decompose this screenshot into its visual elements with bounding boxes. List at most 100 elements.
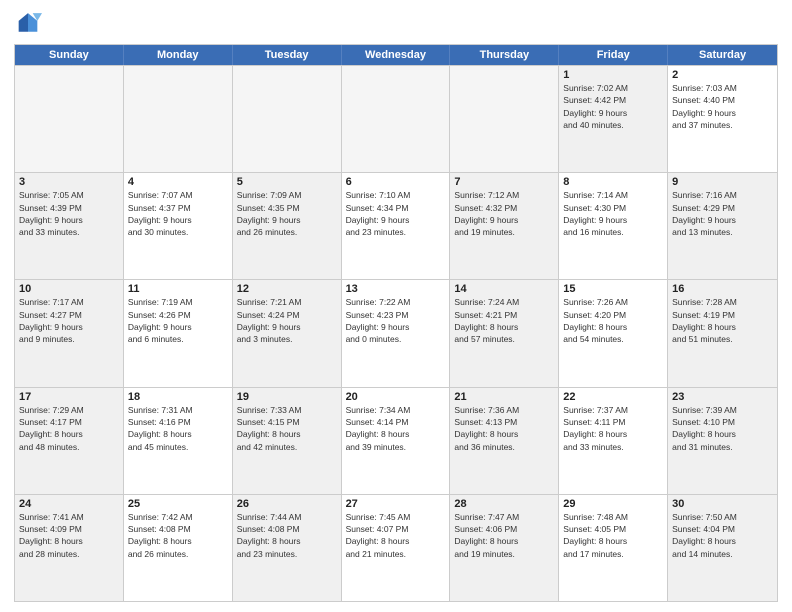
- day-number: 1: [563, 69, 663, 81]
- day-info: Sunrise: 7:16 AM Sunset: 4:29 PM Dayligh…: [672, 189, 773, 238]
- weekday-header-tuesday: Tuesday: [233, 45, 342, 65]
- day-info: Sunrise: 7:31 AM Sunset: 4:16 PM Dayligh…: [128, 404, 228, 453]
- day-number: 3: [19, 176, 119, 188]
- calendar-cell: [124, 66, 233, 172]
- day-info: Sunrise: 7:45 AM Sunset: 4:07 PM Dayligh…: [346, 511, 446, 560]
- calendar-cell: 15Sunrise: 7:26 AM Sunset: 4:20 PM Dayli…: [559, 280, 668, 386]
- day-info: Sunrise: 7:12 AM Sunset: 4:32 PM Dayligh…: [454, 189, 554, 238]
- day-info: Sunrise: 7:03 AM Sunset: 4:40 PM Dayligh…: [672, 82, 773, 131]
- day-info: Sunrise: 7:09 AM Sunset: 4:35 PM Dayligh…: [237, 189, 337, 238]
- calendar-cell: 29Sunrise: 7:48 AM Sunset: 4:05 PM Dayli…: [559, 495, 668, 601]
- day-number: 16: [672, 283, 773, 295]
- day-info: Sunrise: 7:28 AM Sunset: 4:19 PM Dayligh…: [672, 296, 773, 345]
- calendar-cell: 4Sunrise: 7:07 AM Sunset: 4:37 PM Daylig…: [124, 173, 233, 279]
- calendar-cell: 26Sunrise: 7:44 AM Sunset: 4:08 PM Dayli…: [233, 495, 342, 601]
- calendar-cell: 2Sunrise: 7:03 AM Sunset: 4:40 PM Daylig…: [668, 66, 777, 172]
- day-number: 22: [563, 391, 663, 403]
- day-number: 5: [237, 176, 337, 188]
- calendar-cell: 16Sunrise: 7:28 AM Sunset: 4:19 PM Dayli…: [668, 280, 777, 386]
- day-number: 14: [454, 283, 554, 295]
- day-info: Sunrise: 7:07 AM Sunset: 4:37 PM Dayligh…: [128, 189, 228, 238]
- day-number: 30: [672, 498, 773, 510]
- calendar-body: 1Sunrise: 7:02 AM Sunset: 4:42 PM Daylig…: [15, 65, 777, 601]
- calendar-cell: 19Sunrise: 7:33 AM Sunset: 4:15 PM Dayli…: [233, 388, 342, 494]
- calendar-cell: 20Sunrise: 7:34 AM Sunset: 4:14 PM Dayli…: [342, 388, 451, 494]
- calendar-cell: [342, 66, 451, 172]
- calendar-cell: 30Sunrise: 7:50 AM Sunset: 4:04 PM Dayli…: [668, 495, 777, 601]
- calendar-cell: 24Sunrise: 7:41 AM Sunset: 4:09 PM Dayli…: [15, 495, 124, 601]
- calendar-cell: 12Sunrise: 7:21 AM Sunset: 4:24 PM Dayli…: [233, 280, 342, 386]
- day-info: Sunrise: 7:42 AM Sunset: 4:08 PM Dayligh…: [128, 511, 228, 560]
- logo: [14, 10, 46, 38]
- day-info: Sunrise: 7:21 AM Sunset: 4:24 PM Dayligh…: [237, 296, 337, 345]
- day-number: 6: [346, 176, 446, 188]
- calendar-cell: 8Sunrise: 7:14 AM Sunset: 4:30 PM Daylig…: [559, 173, 668, 279]
- day-number: 10: [19, 283, 119, 295]
- day-number: 18: [128, 391, 228, 403]
- calendar-row-1: 1Sunrise: 7:02 AM Sunset: 4:42 PM Daylig…: [15, 65, 777, 172]
- weekday-header-saturday: Saturday: [668, 45, 777, 65]
- day-info: Sunrise: 7:33 AM Sunset: 4:15 PM Dayligh…: [237, 404, 337, 453]
- day-number: 21: [454, 391, 554, 403]
- day-number: 27: [346, 498, 446, 510]
- calendar-cell: [233, 66, 342, 172]
- header: [14, 10, 778, 38]
- calendar-cell: 18Sunrise: 7:31 AM Sunset: 4:16 PM Dayli…: [124, 388, 233, 494]
- calendar-cell: 17Sunrise: 7:29 AM Sunset: 4:17 PM Dayli…: [15, 388, 124, 494]
- day-info: Sunrise: 7:34 AM Sunset: 4:14 PM Dayligh…: [346, 404, 446, 453]
- day-info: Sunrise: 7:10 AM Sunset: 4:34 PM Dayligh…: [346, 189, 446, 238]
- calendar-row-5: 24Sunrise: 7:41 AM Sunset: 4:09 PM Dayli…: [15, 494, 777, 601]
- calendar-cell: 23Sunrise: 7:39 AM Sunset: 4:10 PM Dayli…: [668, 388, 777, 494]
- calendar-cell: 21Sunrise: 7:36 AM Sunset: 4:13 PM Dayli…: [450, 388, 559, 494]
- weekday-header-sunday: Sunday: [15, 45, 124, 65]
- calendar-cell: 11Sunrise: 7:19 AM Sunset: 4:26 PM Dayli…: [124, 280, 233, 386]
- calendar-cell: 5Sunrise: 7:09 AM Sunset: 4:35 PM Daylig…: [233, 173, 342, 279]
- calendar-row-3: 10Sunrise: 7:17 AM Sunset: 4:27 PM Dayli…: [15, 279, 777, 386]
- weekday-header-monday: Monday: [124, 45, 233, 65]
- day-info: Sunrise: 7:22 AM Sunset: 4:23 PM Dayligh…: [346, 296, 446, 345]
- day-info: Sunrise: 7:50 AM Sunset: 4:04 PM Dayligh…: [672, 511, 773, 560]
- day-number: 19: [237, 391, 337, 403]
- day-number: 15: [563, 283, 663, 295]
- day-info: Sunrise: 7:24 AM Sunset: 4:21 PM Dayligh…: [454, 296, 554, 345]
- day-number: 20: [346, 391, 446, 403]
- day-info: Sunrise: 7:19 AM Sunset: 4:26 PM Dayligh…: [128, 296, 228, 345]
- day-number: 11: [128, 283, 228, 295]
- day-info: Sunrise: 7:48 AM Sunset: 4:05 PM Dayligh…: [563, 511, 663, 560]
- day-number: 8: [563, 176, 663, 188]
- calendar-cell: 25Sunrise: 7:42 AM Sunset: 4:08 PM Dayli…: [124, 495, 233, 601]
- calendar: SundayMondayTuesdayWednesdayThursdayFrid…: [14, 44, 778, 602]
- calendar-cell: 14Sunrise: 7:24 AM Sunset: 4:21 PM Dayli…: [450, 280, 559, 386]
- page: SundayMondayTuesdayWednesdayThursdayFrid…: [0, 0, 792, 612]
- day-info: Sunrise: 7:47 AM Sunset: 4:06 PM Dayligh…: [454, 511, 554, 560]
- day-number: 17: [19, 391, 119, 403]
- day-info: Sunrise: 7:41 AM Sunset: 4:09 PM Dayligh…: [19, 511, 119, 560]
- day-number: 23: [672, 391, 773, 403]
- calendar-cell: 13Sunrise: 7:22 AM Sunset: 4:23 PM Dayli…: [342, 280, 451, 386]
- day-number: 24: [19, 498, 119, 510]
- calendar-cell: 28Sunrise: 7:47 AM Sunset: 4:06 PM Dayli…: [450, 495, 559, 601]
- day-number: 2: [672, 69, 773, 81]
- day-number: 28: [454, 498, 554, 510]
- calendar-cell: 1Sunrise: 7:02 AM Sunset: 4:42 PM Daylig…: [559, 66, 668, 172]
- day-number: 12: [237, 283, 337, 295]
- calendar-cell: 6Sunrise: 7:10 AM Sunset: 4:34 PM Daylig…: [342, 173, 451, 279]
- calendar-cell: 10Sunrise: 7:17 AM Sunset: 4:27 PM Dayli…: [15, 280, 124, 386]
- calendar-cell: 9Sunrise: 7:16 AM Sunset: 4:29 PM Daylig…: [668, 173, 777, 279]
- weekday-header-thursday: Thursday: [450, 45, 559, 65]
- day-info: Sunrise: 7:37 AM Sunset: 4:11 PM Dayligh…: [563, 404, 663, 453]
- logo-icon: [14, 10, 42, 38]
- calendar-cell: 27Sunrise: 7:45 AM Sunset: 4:07 PM Dayli…: [342, 495, 451, 601]
- calendar-row-4: 17Sunrise: 7:29 AM Sunset: 4:17 PM Dayli…: [15, 387, 777, 494]
- day-number: 4: [128, 176, 228, 188]
- day-info: Sunrise: 7:36 AM Sunset: 4:13 PM Dayligh…: [454, 404, 554, 453]
- day-info: Sunrise: 7:02 AM Sunset: 4:42 PM Dayligh…: [563, 82, 663, 131]
- calendar-cell: 7Sunrise: 7:12 AM Sunset: 4:32 PM Daylig…: [450, 173, 559, 279]
- day-info: Sunrise: 7:29 AM Sunset: 4:17 PM Dayligh…: [19, 404, 119, 453]
- calendar-row-2: 3Sunrise: 7:05 AM Sunset: 4:39 PM Daylig…: [15, 172, 777, 279]
- day-number: 29: [563, 498, 663, 510]
- day-number: 9: [672, 176, 773, 188]
- day-info: Sunrise: 7:39 AM Sunset: 4:10 PM Dayligh…: [672, 404, 773, 453]
- calendar-header: SundayMondayTuesdayWednesdayThursdayFrid…: [15, 45, 777, 65]
- day-info: Sunrise: 7:05 AM Sunset: 4:39 PM Dayligh…: [19, 189, 119, 238]
